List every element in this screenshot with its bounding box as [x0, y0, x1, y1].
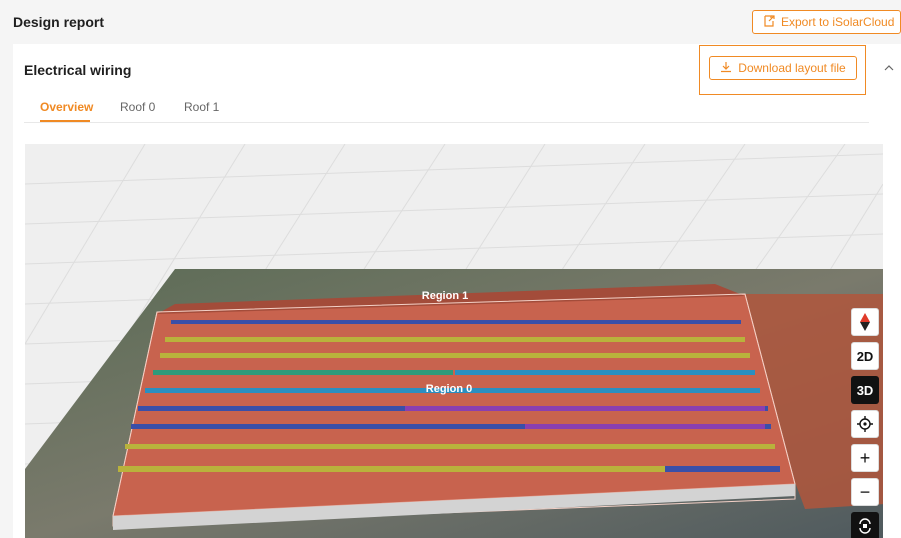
main-roof — [112, 293, 796, 517]
roof-scene: Region 1 Region 0 — [25, 144, 883, 538]
reset-view-icon[interactable] — [851, 512, 879, 538]
mode-3d-button[interactable]: 3D — [851, 376, 879, 404]
chevron-up-icon[interactable] — [881, 60, 897, 76]
export-button[interactable]: Export to iSolarCloud — [752, 10, 901, 34]
page-title: Design report — [13, 14, 105, 30]
export-icon — [763, 14, 775, 30]
download-icon — [720, 61, 732, 76]
mode-2d-button[interactable]: 2D — [851, 342, 879, 370]
compass-icon[interactable] — [851, 308, 879, 336]
tab-roof-1[interactable]: Roof 1 — [184, 100, 219, 114]
tab-bar: Overview Roof 0 Roof 1 — [24, 92, 869, 123]
tab-roof-0[interactable]: Roof 0 — [120, 100, 155, 114]
download-layout-button[interactable]: Download layout file — [709, 56, 857, 80]
layout-3d-viewer[interactable]: Region 1 Region 0 2D 3D + − — [25, 144, 883, 538]
export-button-label: Export to iSolarCloud — [781, 15, 895, 29]
top-bar: Design report Export to iSolarCloud — [0, 0, 901, 44]
region-1-label: Region 1 — [422, 290, 468, 302]
tab-overview[interactable]: Overview — [40, 100, 93, 114]
zoom-out-button[interactable]: − — [851, 478, 879, 506]
active-tab-indicator — [40, 120, 90, 122]
section-title: Electrical wiring — [24, 62, 132, 78]
zoom-in-button[interactable]: + — [851, 444, 879, 472]
region-0-label: Region 0 — [426, 383, 472, 395]
electrical-wiring-card: Electrical wiring Download layout file O… — [13, 44, 901, 538]
download-button-label: Download layout file — [738, 61, 846, 75]
locate-icon[interactable] — [851, 410, 879, 438]
